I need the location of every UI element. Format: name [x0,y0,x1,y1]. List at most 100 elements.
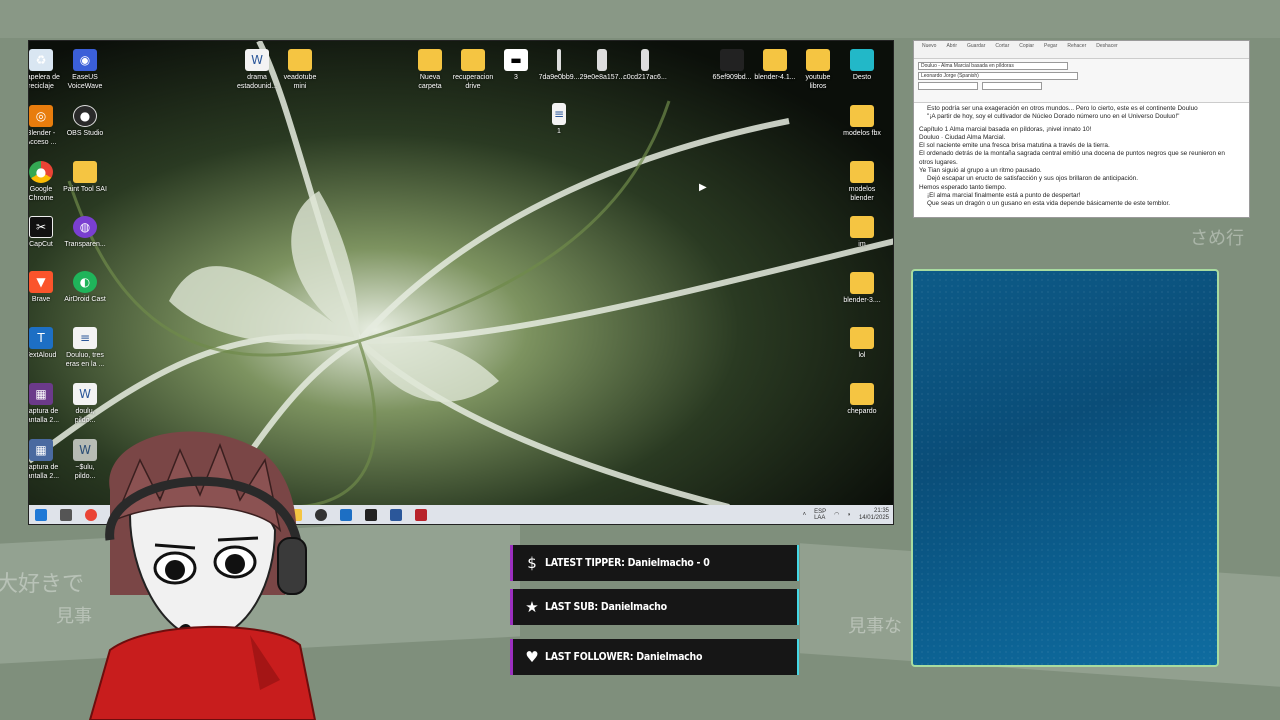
title-field[interactable]: Douluo - Alma Marcial basada en píldoras [918,62,1068,70]
clock-date: 14/01/2025 [858,514,889,521]
ribbon-cut[interactable]: Cortar [995,43,1009,56]
word-icon: W [73,383,97,405]
doc-line: "¡A partir de hoy, soy el cultivador de … [927,113,1180,121]
doc-line: Que seas un dragón o un gusano en esta v… [927,200,1171,208]
app-icon[interactable] [415,508,427,521]
doc-line: Douluo · Ciudad Alma Marcial. [919,133,1006,141]
heart-icon: ♥ [525,648,539,666]
windows-icon[interactable] [35,508,47,521]
volume-icon[interactable]: ◗ [847,512,851,518]
clock-time: 21:35 [873,507,889,514]
folder-icon [850,383,874,405]
chevron-up-icon[interactable]: ˄ [803,512,807,518]
voicewave-icon: ◉ [73,49,97,71]
ribbon-save[interactable]: Guardar [967,43,985,56]
image-icon [720,49,744,71]
desktop-icon-douluo-doc[interactable]: ≡ Douluo, tres eras en la ... [55,327,115,369]
word-icon: W [245,49,269,71]
voice-select[interactable]: Leonardo Jorge (Spanish) [918,72,1078,80]
brave-icon: ▼ [29,271,53,293]
last-sub-text: LAST SUB: Danielmacho [545,601,667,613]
doc-line: Ye Tian siguió al grupo a un ritmo pausa… [919,167,1042,175]
folder-icon [850,161,874,183]
text-reader-window: Nuevo Abrir Guardar Cortar Copiar Pegar … [913,40,1250,218]
desktop-icon-1[interactable]: ≡ 1 [529,103,589,136]
folder-icon [850,272,874,294]
doc-line: Esto podría ser una exageración en otros… [927,105,1198,112]
desktop-icon-blender3[interactable]: blender-3.... [832,272,892,305]
image-icon [557,49,561,71]
star-icon: ★ [525,598,539,616]
vtuber-avatar [88,431,317,720]
image-icon [641,49,649,71]
ribbon-copy[interactable]: Copiar [1019,43,1034,56]
camera-frame [911,269,1219,667]
airdroid-icon: ◐ [73,271,97,293]
doc-line: Hemos esperado tanto tiempo. [919,183,1007,191]
doc-line: otros lugares. [919,158,958,166]
latest-tipper-text: LATEST TIPPER: Danielmacho - 0 [545,557,710,569]
doc-ribbon: Nuevo Abrir Guardar Cortar Copiar Pegar … [914,41,1249,59]
doc-line: El sol naciente emite una fresca brisa m… [919,142,1110,150]
image-icon: ▬ [504,49,528,71]
desktop-icon-obs[interactable]: ● OBS Studio [55,105,115,138]
folder-icon [418,49,442,71]
desktop-icon-airdroid[interactable]: ◐ AirDroid Cast [55,271,115,304]
doc-line: Dejó escapar un eructo de satisfacción y… [927,175,1139,183]
system-tray: ˄ ESP LAA ◠ ◗ 21:35 14/01/2025 [803,508,889,522]
desktop-icon-chepardo[interactable]: chepardo [832,383,892,416]
folder-icon [850,105,874,127]
desktop-icon-img-c0cd[interactable]: c0cd217ac6... [615,49,675,82]
desktop-icon-modelos-blender[interactable]: modelos blender [832,161,892,203]
ribbon-open[interactable]: Abrir [946,43,957,56]
doc-line: Capítulo 1 Alma marcial basada en píldor… [919,125,1092,133]
recycle-bin-icon: ♻ [29,49,53,71]
image-icon [597,49,607,71]
screenshot-icon: ▦ [29,439,53,461]
folder-icon [850,216,874,238]
clock[interactable]: 21:35 14/01/2025 [859,508,889,522]
desktop-icon-painttool[interactable]: Paint Tool SAI [55,161,115,194]
folder-icon [73,161,97,183]
dollar-icon: $ [527,554,537,572]
ribbon-undo[interactable]: Deshacer [1096,43,1117,56]
transparent-icon: ◍ [73,216,97,238]
desktop-icon-lol[interactable]: lol [832,327,892,360]
folder-icon [461,49,485,71]
capcut-icon: ✂ [29,216,53,238]
terminal-icon[interactable] [365,508,377,521]
desktop-icon-im[interactable]: im [832,216,892,249]
desktop-icon-transparent[interactable]: ◍ Transparen... [55,216,115,249]
desktop-icon-word-doulu[interactable]: W doulu, pildo... [55,383,115,425]
rate-field[interactable] [918,82,978,90]
doc-fields: Douluo - Alma Marcial basada en píldoras… [914,59,1249,103]
latest-tipper-bar: $ LATEST TIPPER: Danielmacho - 0 [510,545,799,581]
word-icon[interactable] [390,508,402,521]
textaloud-icon: T [29,327,53,349]
ribbon-new[interactable]: Nuevo [922,43,936,56]
document-icon: ≡ [552,103,566,125]
bg-jp-text-4: さめ行 [1190,228,1244,249]
blender-icon: ◎ [29,105,53,127]
desktop-icon-veadotube[interactable]: veadotube mini [270,49,330,91]
mouse-cursor-icon: ▶ [699,182,707,193]
volume-field[interactable] [982,82,1042,90]
doc-line: ¡El alma marcial finalmente está a punto… [927,191,1081,199]
last-follower-text: LAST FOLLOWER: Danielmacho [545,651,703,663]
bg-jp-text-3: 見事な [848,616,902,637]
ribbon-redo[interactable]: Rehacer [1067,43,1086,56]
folder-icon [763,49,787,71]
language-indicator[interactable]: ESP LAA [814,509,826,521]
bg-band-top [0,0,1280,38]
wifi-icon[interactable]: ◠ [834,511,839,518]
folder-icon [806,49,830,71]
edge-icon[interactable] [340,508,352,521]
desktop-icon-easeus[interactable]: ◉ EaseUS VoiceWave [55,49,115,91]
desktop-icon-modelos-fbx[interactable]: modelos fbx [832,105,892,138]
app-icon [850,49,874,71]
doc-body[interactable]: Esto podría ser una exageración en otros… [914,103,1249,211]
folder-icon [288,49,312,71]
folder-icon [850,327,874,349]
desktop-icon-desto[interactable]: Desto [832,49,892,82]
ribbon-paste[interactable]: Pegar [1044,43,1057,56]
